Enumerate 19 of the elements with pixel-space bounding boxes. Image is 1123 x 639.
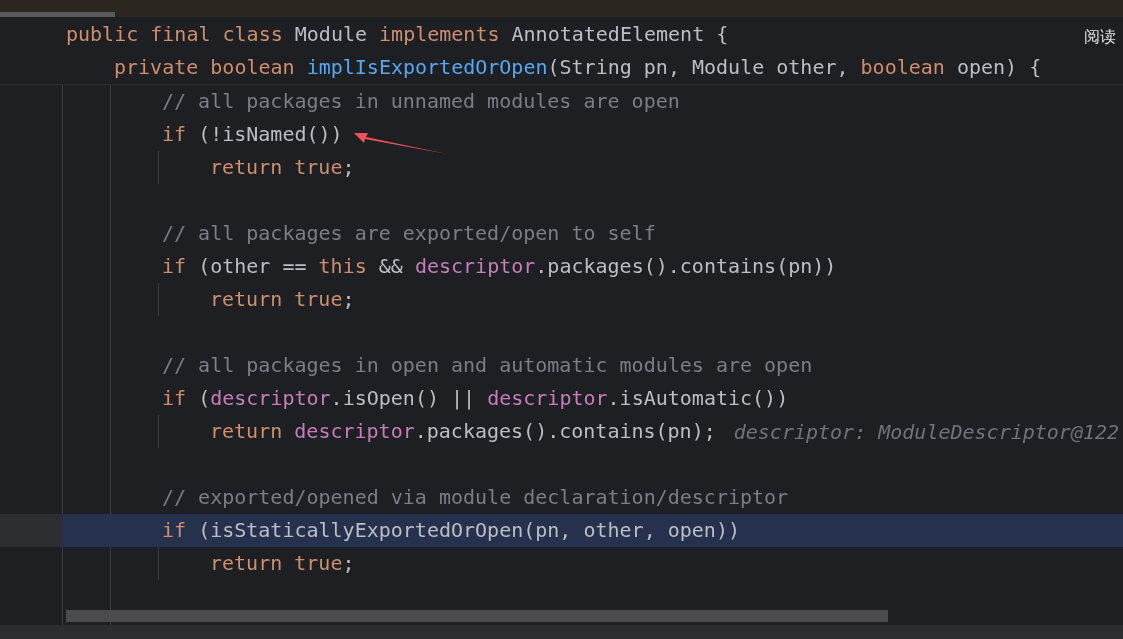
code-line: return true; [210,154,355,181]
horizontal-scrollbar[interactable] [66,610,888,622]
code-line: // all packages in open and automatic modules are open [162,352,813,379]
gutter-highlight [0,514,62,547]
code-line: if (descriptor.isOpen() || descriptor.isAutomatic()) [162,385,789,412]
code-line: // exported/opened via module declaration/descriptor [162,484,789,511]
scrollbar-thumb[interactable] [0,12,115,17]
code-line: public final class Module implements AnnotatedElement { [66,21,729,48]
code-line: return true; [210,286,355,313]
code-line: return descriptor.packages().contains(pn); [210,418,716,445]
code-line: private boolean implIsExportedOrOpen(String pn, Module other, boolean open) { [114,54,1042,81]
code-line: if (!isNamed()) [162,121,343,148]
code-line: return true; [210,550,355,577]
code-line: if (other == this && descriptor.packages().contains(pn)) [162,253,837,280]
code-line: // all packages in unnamed modules are open [162,88,680,115]
code-line: if (isStaticallyExportedOrOpen(pn, other, open)) [162,517,740,544]
inlay-hint: descriptor: ModuleDescriptor@122 [733,419,1120,444]
floating-label: 阅读 [1084,27,1116,48]
code-line: // all packages are exported/open to self [162,220,656,247]
